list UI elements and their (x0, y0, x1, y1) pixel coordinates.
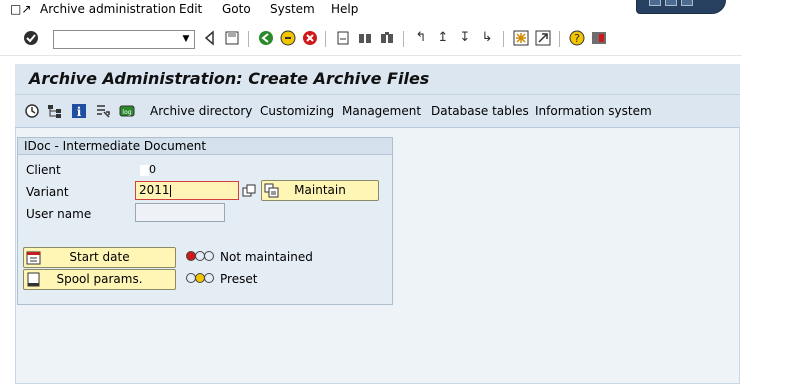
toolbar-separator (248, 31, 249, 47)
system-menu-icon[interactable]: □↗ (10, 2, 31, 16)
not-maintained-lights (186, 251, 216, 263)
title-bar: Archive Administration: Create Archive F… (15, 64, 740, 95)
command-field[interactable]: ▼ (53, 30, 195, 49)
log-icon[interactable]: log (119, 103, 135, 119)
group-header: IDoc - Intermediate Document (18, 138, 392, 155)
info-icon[interactable]: i (71, 103, 87, 119)
window-controls (636, 0, 726, 14)
next-page-icon[interactable]: ↧ (457, 30, 473, 46)
menu-bar: □↗ Archive administration Edit Goto Syst… (0, 0, 742, 22)
light-off-icon (204, 273, 214, 283)
toolbar-separator (325, 31, 326, 47)
svg-text:i: i (77, 105, 82, 119)
preset-lights (186, 273, 216, 285)
help-icon[interactable]: ? (569, 30, 585, 46)
spool-params-button[interactable]: Spool params. (23, 269, 176, 290)
application-toolbar: i log Archive directory Customizing Mana… (15, 95, 740, 128)
execute-icon[interactable] (24, 103, 40, 119)
toolbar-separator (403, 31, 404, 47)
copy-variant-icon[interactable] (242, 184, 256, 198)
maintain-button[interactable]: Maintain (261, 180, 379, 201)
svg-text:?: ? (574, 32, 580, 45)
standard-toolbar: ▼ ↰ ↥ ↧ ↳ ? (0, 24, 742, 56)
idoc-group-box: IDoc - Intermediate Document Client 0 Va… (17, 137, 393, 305)
menu-edit[interactable]: Edit (179, 2, 202, 16)
close-icon[interactable] (681, 0, 693, 6)
group-title: IDoc - Intermediate Document (24, 139, 207, 153)
svg-text:log: log (122, 109, 131, 116)
toolbar-separator (503, 31, 504, 47)
variant-label: Variant (26, 185, 69, 199)
structure-icon[interactable] (47, 103, 63, 119)
preset-text: Preset (220, 272, 258, 286)
calendar-icon (26, 250, 41, 265)
menu-archive-administration[interactable]: Archive administration (40, 2, 176, 16)
archive-directory-link[interactable]: Archive directory (150, 104, 252, 118)
job-overview-icon[interactable] (95, 103, 111, 119)
spool-params-button-label: Spool params. (56, 272, 143, 286)
menu-goto[interactable]: Goto (222, 2, 251, 16)
client-label: Client (26, 163, 61, 177)
find-icon[interactable] (357, 30, 373, 46)
back-icon[interactable] (202, 30, 218, 46)
user-name-input[interactable] (135, 203, 225, 222)
previous-page-icon[interactable]: ↥ (435, 30, 451, 46)
exit-icon[interactable] (280, 30, 296, 46)
variant-input[interactable]: 2011 (135, 181, 239, 200)
first-page-icon[interactable]: ↰ (413, 30, 429, 46)
light-off-icon (204, 251, 214, 261)
back-nav-icon[interactable] (258, 30, 274, 46)
not-maintained-text: Not maintained (220, 250, 313, 264)
management-link[interactable]: Management (342, 104, 421, 118)
variant-input-value: 2011 (139, 183, 170, 197)
menu-system[interactable]: System (270, 2, 315, 16)
maintain-icon (264, 183, 279, 198)
maintain-button-label: Maintain (294, 183, 346, 197)
find-next-icon[interactable] (379, 30, 395, 46)
toolbar-separator (559, 31, 560, 47)
user-name-label: User name (26, 207, 92, 221)
customize-layout-icon[interactable] (591, 30, 607, 46)
client-value: 0 (140, 163, 156, 176)
minimize-icon[interactable] (649, 0, 661, 6)
customizing-link[interactable]: Customizing (260, 104, 334, 118)
maximize-icon[interactable] (665, 0, 677, 6)
spool-icon (26, 272, 41, 287)
chevron-down-icon[interactable]: ▼ (180, 33, 192, 46)
print-icon[interactable] (335, 30, 351, 46)
create-shortcut-icon[interactable] (535, 30, 551, 46)
database-tables-link[interactable]: Database tables (431, 104, 529, 118)
menu-help[interactable]: Help (331, 2, 358, 16)
enter-icon[interactable] (23, 30, 39, 46)
create-session-icon[interactable] (513, 30, 529, 46)
last-page-icon[interactable]: ↳ (479, 30, 495, 46)
start-date-button-label: Start date (69, 250, 130, 264)
start-date-button[interactable]: Start date (23, 247, 176, 268)
page-title: Archive Administration: Create Archive F… (29, 69, 430, 88)
information-system-link[interactable]: Information system (535, 104, 652, 118)
cancel-icon[interactable] (302, 30, 318, 46)
save-icon[interactable] (224, 30, 240, 46)
